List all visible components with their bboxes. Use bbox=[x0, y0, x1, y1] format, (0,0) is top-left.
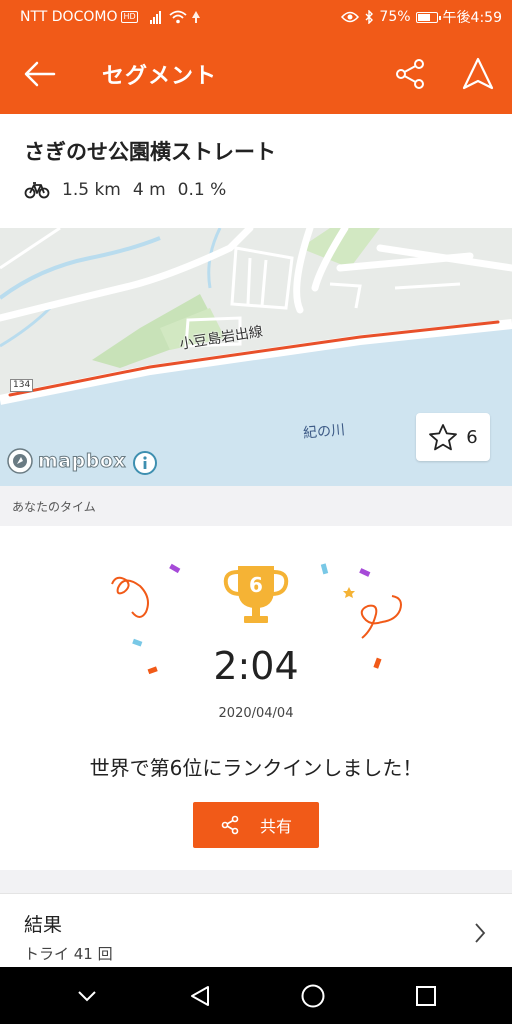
info-icon[interactable] bbox=[132, 450, 158, 476]
route-number-badge: 134 bbox=[10, 379, 34, 392]
mapbox-mark-icon bbox=[7, 448, 33, 474]
chevron-down-icon bbox=[77, 990, 96, 1001]
segment-time: 2:04 bbox=[213, 644, 299, 688]
signal-icon bbox=[149, 10, 161, 24]
mapbox-wordmark: mapbox bbox=[37, 450, 127, 473]
triangle-back-icon bbox=[190, 985, 209, 1006]
nav-home-button[interactable] bbox=[283, 967, 343, 1024]
segment-elevation: 4 m bbox=[132, 180, 166, 200]
result-card: 6 2:04 2020/04/04 世界で第6位にランクインしました！ 共有 bbox=[0, 526, 512, 870]
app-bar-actions bbox=[376, 34, 512, 114]
nav-collapse-button[interactable] bbox=[57, 967, 117, 1024]
segment-header: さぎのせ公園横ストレート 1.5 km 4 m 0.1 % bbox=[0, 114, 512, 228]
battery-fill bbox=[417, 13, 431, 21]
star-count: 6 bbox=[466, 426, 478, 448]
navigate-button[interactable] bbox=[444, 34, 512, 114]
wifi-icon bbox=[169, 10, 187, 24]
bicycle-icon bbox=[24, 182, 50, 199]
eye-icon bbox=[341, 11, 360, 23]
segment-grade: 0.1 % bbox=[177, 180, 227, 200]
back-button[interactable] bbox=[0, 34, 80, 114]
page-title: セグメント bbox=[102, 64, 218, 89]
share-icon bbox=[221, 815, 239, 835]
results-row[interactable]: 結果 トライ 41 回 bbox=[0, 893, 512, 967]
share-result-button[interactable]: 共有 bbox=[193, 802, 319, 848]
your-time-label: あなたのタイム bbox=[0, 486, 512, 526]
square-recents-icon bbox=[415, 985, 436, 1006]
battery-icon bbox=[415, 11, 441, 23]
share-icon bbox=[396, 59, 424, 89]
chevron-right-icon bbox=[475, 923, 486, 943]
river-label: 紀の川 bbox=[302, 422, 346, 442]
circle-home-icon bbox=[301, 984, 324, 1007]
segment-name: さぎのせ公園横ストレート bbox=[24, 140, 276, 164]
trophy-rank: 6 bbox=[249, 573, 263, 597]
star-outline-icon bbox=[429, 424, 458, 451]
mapbox-logo[interactable]: mapbox bbox=[6, 447, 126, 475]
effort-date: 2020/04/04 bbox=[218, 706, 294, 721]
attempts-count: トライ 41 回 bbox=[24, 945, 113, 963]
app-bar: セグメント bbox=[0, 34, 512, 114]
battery-percent: 75% bbox=[379, 9, 411, 25]
carrier-group: NTT DOCOMO HD bbox=[20, 9, 201, 25]
trophy-icon: 6 bbox=[223, 566, 289, 623]
status-bar: NTT DOCOMO HD 75% 午後4:59 bbox=[0, 0, 512, 34]
results-title: 結果 bbox=[24, 914, 63, 936]
system-nav-bar bbox=[0, 967, 512, 1024]
data-arrow-icon bbox=[191, 11, 200, 23]
rank-message: 世界で第6位にランクインしました！ bbox=[89, 756, 423, 780]
share-label: 共有 bbox=[259, 817, 292, 836]
segment-map[interactable]: 小豆島岩出線 紀の川 134 mapbox 6 bbox=[0, 228, 512, 486]
clock: 午後4:59 bbox=[442, 10, 502, 26]
nav-back-button[interactable] bbox=[170, 967, 230, 1024]
trophy-badge: 6 bbox=[220, 562, 292, 632]
navigation-arrow-icon bbox=[462, 57, 494, 90]
bluetooth-icon bbox=[365, 10, 374, 24]
segment-stats: 1.5 km 4 m 0.1 % bbox=[24, 180, 488, 200]
arrow-left-icon bbox=[24, 61, 56, 87]
segment-distance: 1.5 km bbox=[62, 180, 121, 200]
star-segment-button[interactable]: 6 bbox=[416, 413, 490, 461]
nav-recents-button[interactable] bbox=[396, 967, 456, 1024]
carrier-name: NTT DOCOMO bbox=[20, 9, 118, 25]
share-button[interactable] bbox=[376, 34, 444, 114]
status-right: 75% 午後4:59 bbox=[341, 7, 502, 27]
hd-badge: HD bbox=[121, 11, 138, 23]
